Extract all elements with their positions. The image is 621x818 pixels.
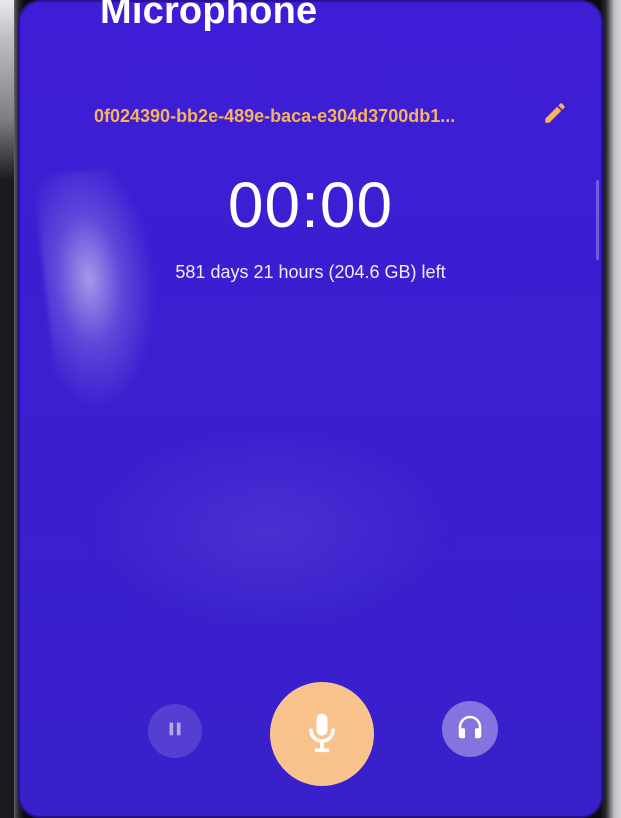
headphones-icon — [455, 712, 485, 747]
scroll-indicator — [596, 180, 599, 260]
record-button[interactable] — [270, 682, 374, 786]
phone-bezel-left — [0, 0, 14, 818]
recording-file-row: 0f024390-bb2e-489e-baca-e304d3700db1... — [94, 100, 574, 134]
pause-button[interactable] — [148, 704, 202, 758]
headphones-monitor-button[interactable] — [442, 701, 498, 757]
storage-remaining: 581 days 21 hours (204.6 GB) left — [175, 262, 446, 282]
recording-file-name[interactable]: 0f024390-bb2e-489e-baca-e304d3700db1... — [94, 106, 534, 127]
microphone-icon — [300, 710, 344, 759]
page-title: Microphone — [100, 0, 318, 32]
pause-icon — [164, 718, 186, 745]
edit-filename-button[interactable] — [540, 100, 570, 130]
recording-controls — [18, 682, 603, 792]
phone-screen: Microphone 0f024390-bb2e-489e-baca-e304d… — [18, 0, 603, 818]
recording-timer: 00:00 — [227, 169, 394, 241]
pencil-icon — [542, 100, 568, 131]
screen-glare-soft — [80, 420, 460, 640]
phone-photo: Microphone 0f024390-bb2e-489e-baca-e304d… — [0, 0, 621, 818]
